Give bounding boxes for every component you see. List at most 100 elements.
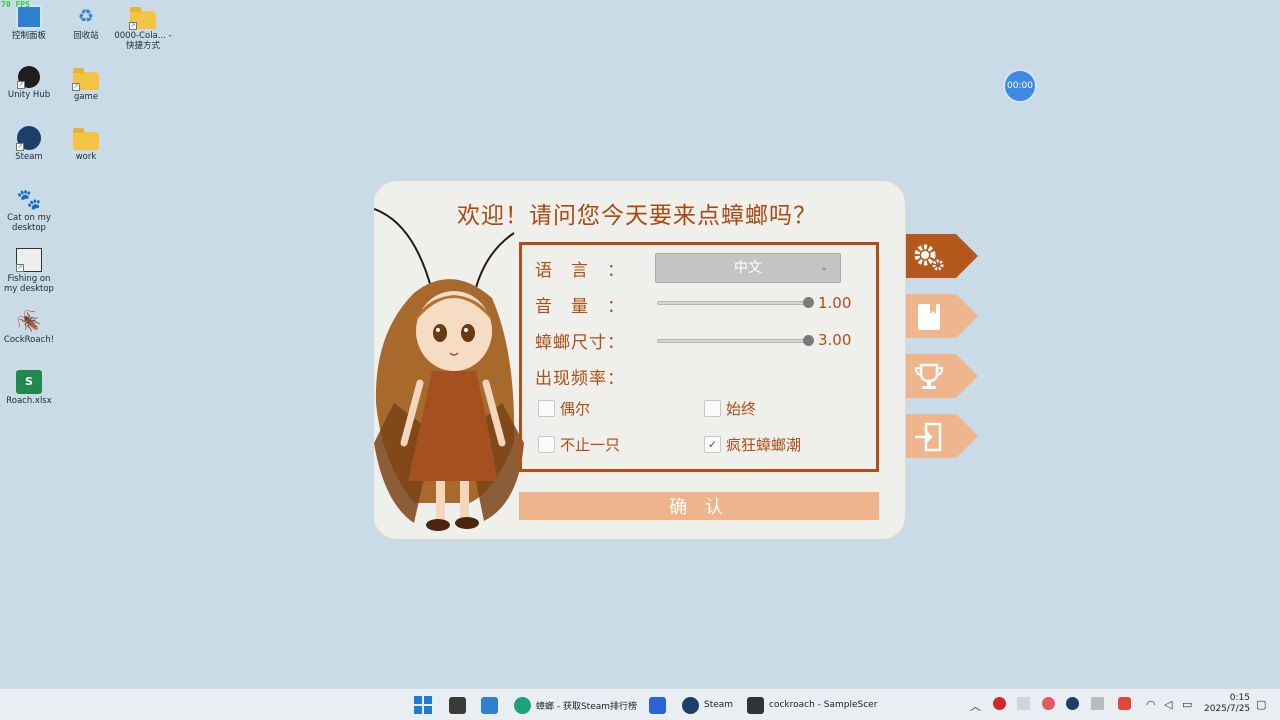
translate-icon [649, 696, 666, 714]
confirm-button[interactable]: 确 认 [519, 492, 879, 520]
tray-app-icon[interactable] [1017, 697, 1030, 710]
desktop-icon-label: work [75, 152, 97, 162]
steam-icon: ↗ [16, 126, 41, 151]
notification-icon[interactable]: ▢ [1256, 698, 1266, 711]
checkbox-more-than-one[interactable]: 不止一只 [538, 434, 620, 455]
volume-value: 1.00 [818, 294, 852, 312]
desktop-icon-label: 控制面板 [11, 31, 46, 41]
roach-size-label: 蟑螂尺寸： [535, 333, 625, 353]
spreadsheet-icon: S [16, 370, 42, 394]
desktop-icon-game[interactable]: ↗ game [57, 66, 115, 102]
desktop-icon-steam[interactable]: ↗ Steam [0, 126, 58, 162]
clock-date: 2025/7/25 [1204, 704, 1251, 714]
volume-label: 音 量 ： [535, 297, 625, 317]
chevron-up-icon[interactable]: ︿ [970, 698, 981, 714]
cockroach-icon: 🪳 [16, 309, 42, 333]
folder-icon: ↗ [129, 7, 156, 30]
wifi-icon[interactable]: ◠ [1146, 698, 1156, 711]
checkbox-box[interactable] [538, 436, 555, 453]
volume-icon[interactable]: ◁ [1164, 698, 1172, 711]
volume-slider[interactable] [657, 297, 814, 308]
timer-bubble[interactable]: 00:00 [1003, 69, 1037, 103]
frequency-label: 出现频率： [535, 369, 625, 389]
desktop-icon-label: Fishing on my desktop [4, 274, 54, 294]
taskbar-clock[interactable]: 0:15 2025/7/25 [1204, 693, 1250, 715]
exit-icon [915, 422, 942, 452]
edge-browser-icon [514, 696, 531, 714]
shortcut-arrow-icon: ↗ [16, 264, 24, 272]
desktop-icon-cockroach[interactable]: 🪳 CockRoach! [0, 309, 58, 345]
steam-icon [682, 696, 699, 714]
desktop-icon-roach-xlsx[interactable]: S Roach.xlsx [0, 370, 58, 406]
roach-size-slider[interactable] [657, 335, 814, 346]
taskbar-item-label: 蟑螂 - 获取Steam排行榜 [536, 701, 638, 712]
desktop-icon-label: Steam [15, 152, 43, 162]
desktop-icon-unity-hub[interactable]: ↗ Unity Hub [0, 66, 58, 100]
checkbox-label: 偶尔 [560, 400, 591, 418]
checkbox-always[interactable]: 始终 [704, 398, 756, 419]
desktop-icon-cola-shortcut[interactable]: ↗ 0000-Cola... - 快捷方式 [114, 5, 172, 51]
taskbar-edge-window[interactable]: 蟑螂 - 获取Steam排行榜 [514, 695, 637, 715]
check-icon: ✓ [707, 438, 718, 451]
clock-time: 0:15 [1229, 693, 1250, 703]
start-button[interactable] [414, 695, 432, 715]
taskbar-unity-hub[interactable] [449, 695, 466, 715]
trophy-icon [914, 363, 944, 389]
folder-icon: ↗ [72, 68, 99, 91]
desktop-icon-label: CockRoach! [3, 335, 55, 345]
fishing-icon: ↗ [16, 248, 42, 272]
checkbox-label: 疯狂蟑螂潮 [726, 436, 802, 454]
battery-icon[interactable]: ▭ [1182, 698, 1192, 711]
settings-box: 语 言 ： 中文 ⌄ 音 量 ： 1.00 蟑螂尺寸： 3.00 出现频率： 偶… [519, 242, 879, 472]
tab-achievements[interactable] [906, 354, 978, 398]
taskbar-item-label: cockroach - SampleScer [769, 700, 878, 710]
shortcut-arrow-icon: ↗ [17, 81, 25, 89]
shortcut-arrow-icon: ↗ [16, 143, 24, 151]
roach-size-slider-handle[interactable] [803, 335, 814, 346]
monitor-icon [481, 696, 498, 714]
roach-size-value: 3.00 [818, 331, 852, 349]
desktop-icon-fishing-on-my-desktop[interactable]: ↗ Fishing on my desktop [0, 248, 58, 294]
folder-icon [73, 128, 99, 150]
desktop-icon-label: 回收站 [73, 31, 99, 41]
desktop-icon-control-panel[interactable]: 控制面板 [0, 5, 58, 41]
desktop-icon-label: Roach.xlsx [6, 396, 52, 406]
taskbar-item-label: Steam [704, 700, 734, 710]
taskbar-translate-app[interactable] [649, 695, 666, 715]
desktop-icon-label: 0000-Cola... - 快捷方式 [114, 31, 172, 51]
unity-icon: ↗ [17, 66, 40, 89]
language-dropdown[interactable]: 中文 ⌄ [655, 253, 841, 283]
taskbar-unity-editor[interactable]: cockroach - SampleScer [747, 695, 877, 715]
tray-app-icon[interactable] [1118, 697, 1131, 710]
taskbar-desktop-app[interactable] [481, 695, 498, 715]
desktop-icon-label: Cat on my desktop [7, 213, 51, 233]
tab-exit[interactable] [906, 414, 978, 458]
unity-icon [449, 696, 466, 714]
checkbox-box[interactable] [704, 400, 721, 417]
taskbar-steam[interactable]: Steam [682, 695, 733, 715]
antivirus-icon[interactable] [993, 697, 1006, 710]
language-label: 语 言 ： [535, 261, 625, 281]
checkbox-box-checked[interactable]: ✓ [704, 436, 721, 453]
tray-app-icon[interactable] [1042, 697, 1055, 710]
checkbox-box[interactable] [538, 400, 555, 417]
tab-guide[interactable] [906, 294, 978, 338]
desktop-icon-cat-on-my-desktop[interactable]: 🐾 Cat on my desktop [0, 187, 58, 233]
desktop-icon-recycle-bin[interactable]: ♻ 回收站 [57, 5, 115, 41]
checkbox-label: 不止一只 [560, 436, 621, 454]
tray-app-icon[interactable] [1091, 697, 1104, 710]
cockroach-girl-illustration [374, 208, 524, 531]
tab-settings[interactable] [906, 234, 978, 278]
gears-icon [914, 244, 944, 271]
desktop-icon-label: game [73, 92, 99, 102]
unity-icon [747, 696, 764, 714]
book-icon [918, 304, 940, 330]
chevron-down-icon: ⌄ [820, 263, 828, 273]
volume-slider-handle[interactable] [803, 297, 814, 308]
steam-icon[interactable] [1066, 697, 1079, 710]
desktop-icon-work[interactable]: work [57, 126, 115, 162]
checkbox-crazy-swarm[interactable]: ✓ 疯狂蟑螂潮 [704, 434, 801, 455]
checkbox-occasionally[interactable]: 偶尔 [538, 398, 590, 419]
windows-start-icon [414, 696, 432, 714]
checkbox-label: 始终 [726, 400, 757, 418]
